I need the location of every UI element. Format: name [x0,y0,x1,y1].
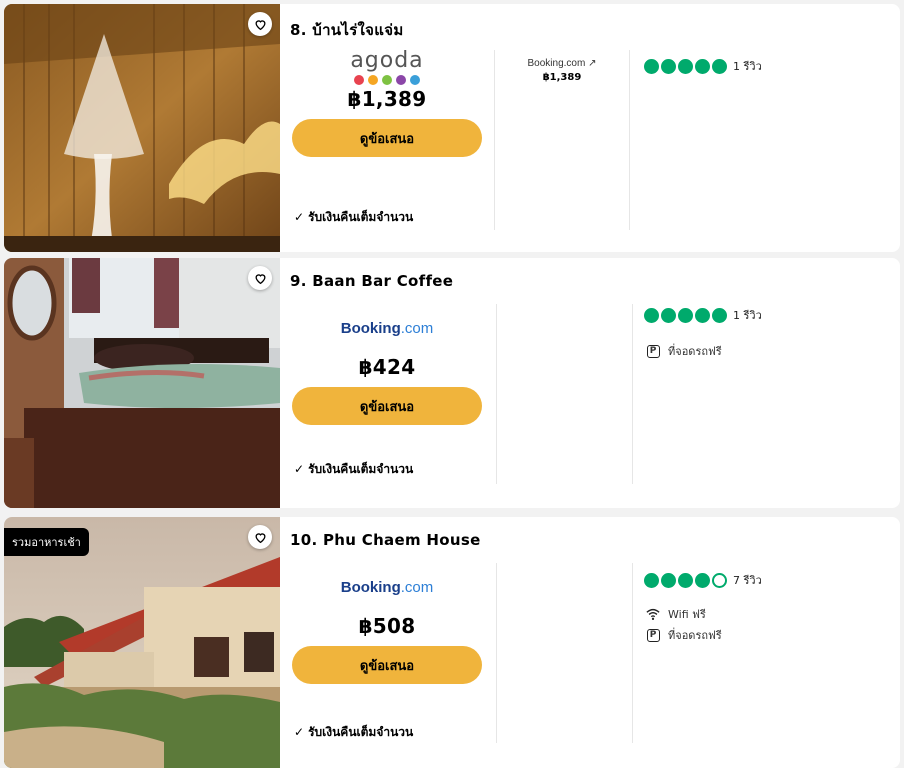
booking-logo: Booking.com [340,579,434,596]
listing-card[interactable]: 9. Baan Bar Coffee Booking.com ฿424 ดูข้… [4,258,900,508]
best-offer: Booking.com ฿508 ดูข้อเสนอ [288,557,486,684]
rating-bubble-icon [695,307,710,323]
rating-bubble-icon [678,58,693,74]
offer-price: ฿1,389 [347,87,427,111]
rating-bubble-icon [712,58,727,74]
heart-icon [255,532,265,543]
listing-title[interactable]: 10. Phu Chaem House [290,531,481,549]
divider [632,563,633,743]
rating-bubble-icon [678,572,693,588]
check-icon: ✓ [294,462,305,476]
view-deal-button[interactable]: ดูข้อเสนอ [292,387,482,425]
listing-card[interactable]: รวมอาหารเช้า 10. Phu Chaem House Booking… [4,517,900,768]
rating-bubble-icon [661,307,676,323]
hotel-photo[interactable] [4,4,280,252]
review-count[interactable]: 1 รีวิว [733,306,762,324]
agoda-logo-dots [288,75,486,85]
rating-bubble-empty-icon [712,572,727,588]
amenity-parking: P ที่จอดรถฟรี [646,342,722,360]
bedroom-photo [4,258,280,508]
rating-bubble-icon [644,307,659,323]
divider [629,50,630,230]
rating-bubble-icon [661,572,676,588]
breakfast-badge: รวมอาหารเช้า [4,528,89,556]
bamboo-room-photo [4,4,280,252]
heart-icon [255,19,265,30]
booking-logo: Booking.com [340,320,434,337]
save-heart-button[interactable] [248,266,272,290]
divider [496,304,497,484]
rating-bubble-icon [661,58,676,74]
rating-bubble-icon [678,307,693,323]
best-offer: Booking.com ฿424 ดูข้อเสนอ [288,298,486,425]
listing-title[interactable]: 9. Baan Bar Coffee [290,272,453,290]
rating-bubble-icon [695,58,710,74]
check-icon: ✓ [294,210,305,224]
view-deal-button[interactable]: ดูข้อเสนอ [292,646,482,684]
agoda-logo: agoda [350,48,424,73]
divider [496,563,497,743]
rating-bubble-icon [644,58,659,74]
check-icon: ✓ [294,725,305,739]
parking-icon: P [646,344,660,358]
rating: 1 รีวิว [644,57,762,75]
rating-bubble-icon [712,307,727,323]
divider [494,50,495,230]
alt-provider: Booking.com ↗ [527,58,597,69]
rating: 7 รีวิว [644,571,762,589]
refund-note: ✓ รับเงินคืนเต็มจำนวน [294,210,414,224]
hotel-photo[interactable] [4,258,280,508]
rating-bubble-icon [644,572,659,588]
offer-price: ฿508 [358,614,416,638]
listing-card[interactable]: 8. บ้านไร่ใจแจ่ม agoda ฿1,389 ดูข้อเสนอ … [4,4,900,252]
save-heart-button[interactable] [248,525,272,549]
rating-bubble-icon [695,572,710,588]
review-count[interactable]: 7 รีวิว [733,571,762,589]
offer-price: ฿424 [358,355,416,379]
wifi-icon [646,607,660,621]
refund-note: ✓ รับเงินคืนเต็มจำนวน [294,725,414,739]
best-offer: agoda ฿1,389 ดูข้อเสนอ [288,44,486,157]
divider [632,304,633,484]
hotel-photo[interactable]: รวมอาหารเช้า [4,517,280,768]
parking-icon: P [646,628,660,642]
amenity-wifi: Wifi ฟรี [646,605,706,623]
amenity-parking: P ที่จอดรถฟรี [646,626,722,644]
alt-offer-link[interactable]: Booking.com ↗ ฿1,389 [512,58,612,83]
refund-note: ✓ รับเงินคืนเต็มจำนวน [294,462,414,476]
view-deal-button[interactable]: ดูข้อเสนอ [292,119,482,157]
heart-icon [255,273,265,284]
save-heart-button[interactable] [248,12,272,36]
listing-title[interactable]: 8. บ้านไร่ใจแจ่ม [290,18,404,42]
alt-price: ฿1,389 [542,72,582,83]
rating: 1 รีวิว [644,306,762,324]
review-count[interactable]: 1 รีวิว [733,57,762,75]
